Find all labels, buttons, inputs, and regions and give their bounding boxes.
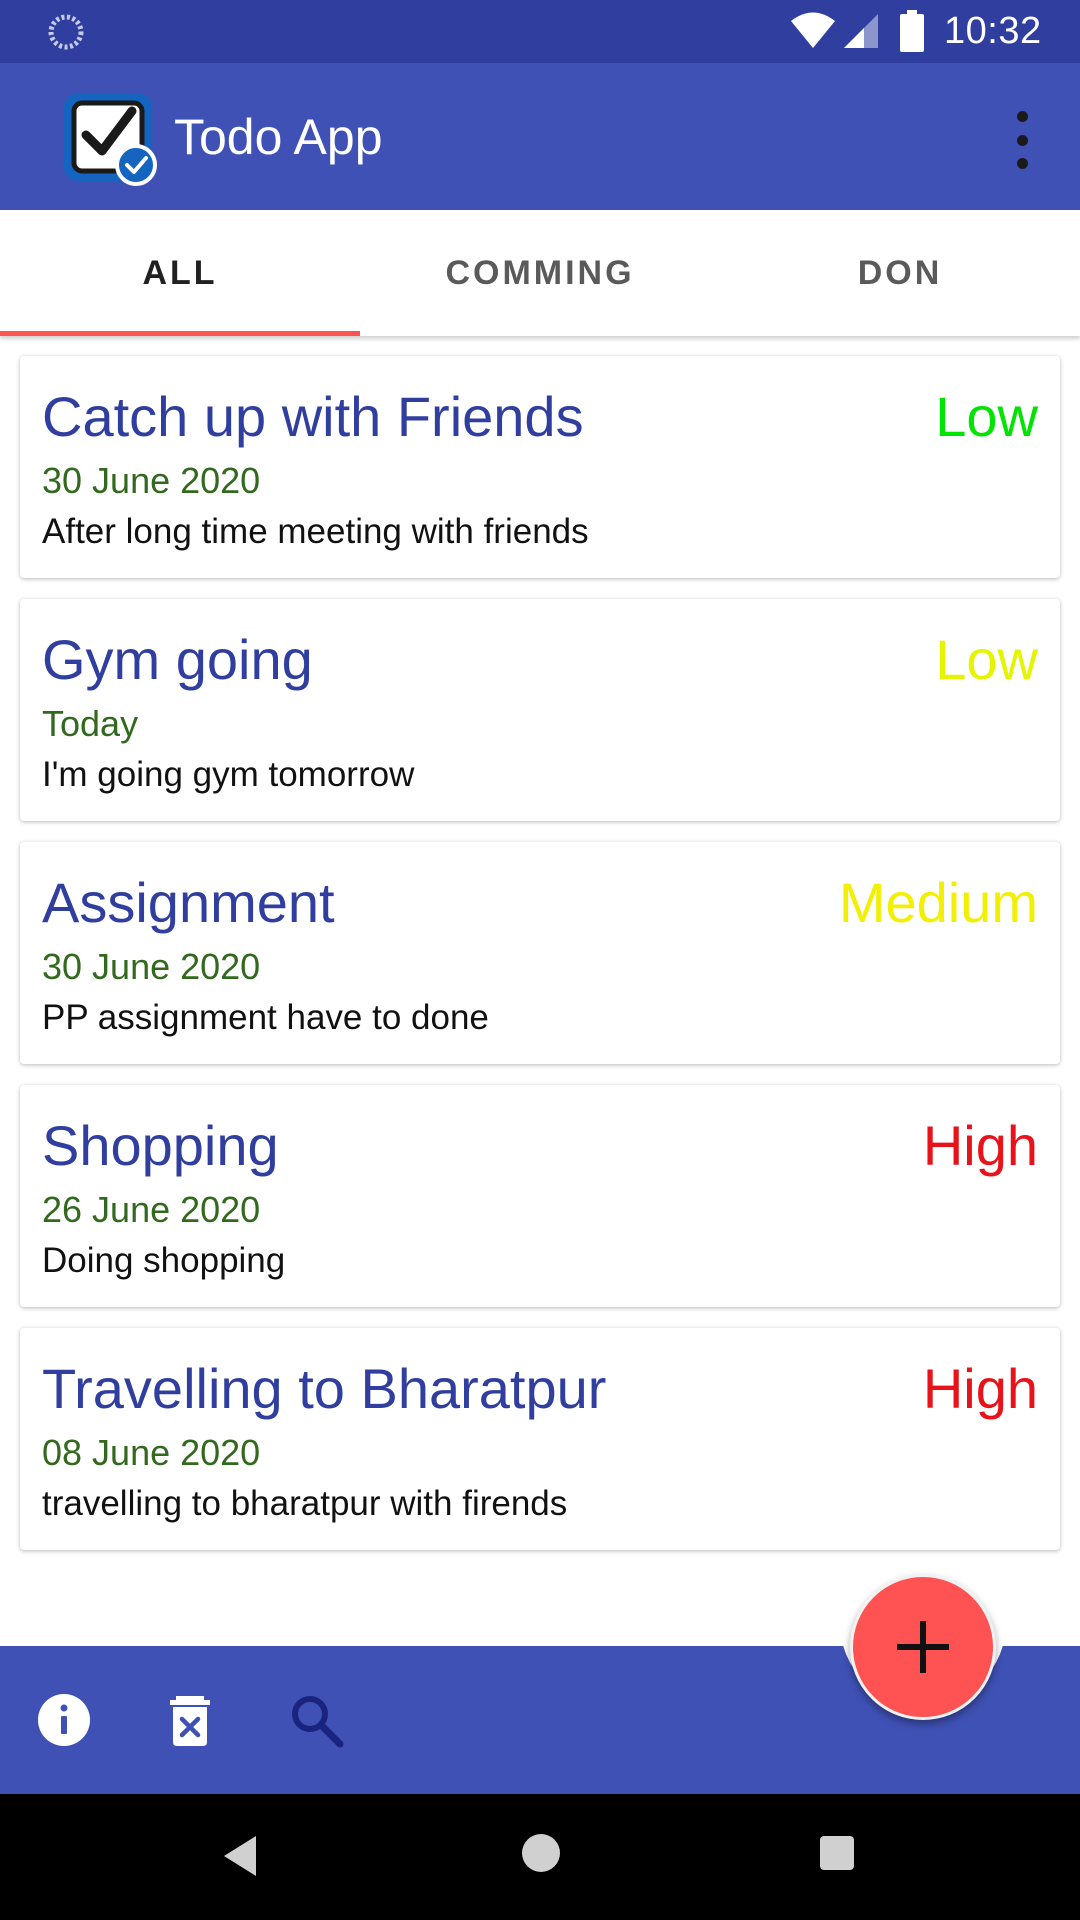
- back-icon[interactable]: [222, 1834, 258, 1878]
- task-priority: Medium: [838, 871, 1038, 934]
- tab-bar: ALL COMMING DON: [0, 210, 1080, 336]
- task-date: Today: [42, 703, 139, 744]
- task-title: Catch up with Friends: [42, 385, 584, 448]
- tab-comming[interactable]: COMMING: [360, 210, 720, 336]
- task-card[interactable]: Shopping High 26 June 2020 Doing shoppin…: [20, 1085, 1060, 1307]
- add-task-button[interactable]: [850, 1574, 996, 1720]
- task-date: 08 June 2020: [42, 1432, 261, 1473]
- task-date: 30 June 2020: [42, 460, 261, 501]
- task-title: Shopping: [42, 1114, 279, 1177]
- wifi-icon: [791, 12, 835, 48]
- add-icon: [897, 1621, 949, 1673]
- info-icon[interactable]: [36, 1692, 92, 1748]
- loading-spinner-icon: [48, 14, 84, 50]
- task-card[interactable]: Gym going Low Today I'm going gym tomorr…: [20, 599, 1060, 821]
- task-card[interactable]: Assignment Medium 30 June 2020 PP assign…: [20, 842, 1060, 1064]
- task-description: Doing shopping: [42, 1241, 286, 1280]
- task-description: PP assignment have to done: [42, 998, 489, 1037]
- status-clock: 10:32: [944, 10, 1042, 52]
- more-vert-icon[interactable]: [1000, 107, 1044, 173]
- task-card[interactable]: Travelling to Bharatpur High 08 June 202…: [20, 1328, 1060, 1550]
- battery-icon: [900, 10, 924, 52]
- tab-done[interactable]: DON: [720, 210, 1080, 336]
- status-bar: 10:32: [0, 0, 1080, 63]
- app-bar: Todo App: [0, 63, 1080, 210]
- task-priority: High: [922, 1357, 1038, 1420]
- task-priority: High: [922, 1114, 1038, 1177]
- app-title: Todo App: [174, 109, 383, 165]
- cell-signal-icon: [844, 14, 878, 48]
- task-description: I'm going gym tomorrow: [42, 755, 415, 794]
- task-description: After long time meeting with friends: [42, 512, 589, 551]
- task-description: travelling to bharatpur with firends: [42, 1484, 568, 1523]
- task-title: Assignment: [42, 871, 335, 934]
- home-icon[interactable]: [522, 1834, 560, 1872]
- task-list: Catch up with Friends Low 30 June 2020 A…: [20, 356, 1060, 1571]
- task-priority: Low: [935, 385, 1038, 448]
- task-date: 26 June 2020: [42, 1189, 261, 1230]
- task-date: 30 June 2020: [42, 946, 261, 987]
- tab-all[interactable]: ALL: [0, 210, 360, 336]
- search-icon[interactable]: [288, 1692, 344, 1748]
- checkbox-check-icon: [64, 93, 157, 186]
- task-priority: Low: [935, 628, 1038, 691]
- system-nav-bar: [0, 1794, 1080, 1920]
- recent-apps-icon[interactable]: [820, 1836, 854, 1870]
- task-title: Travelling to Bharatpur: [42, 1357, 607, 1420]
- task-title: Gym going: [42, 628, 313, 691]
- delete-icon[interactable]: [162, 1692, 218, 1748]
- task-card[interactable]: Catch up with Friends Low 30 June 2020 A…: [20, 356, 1060, 578]
